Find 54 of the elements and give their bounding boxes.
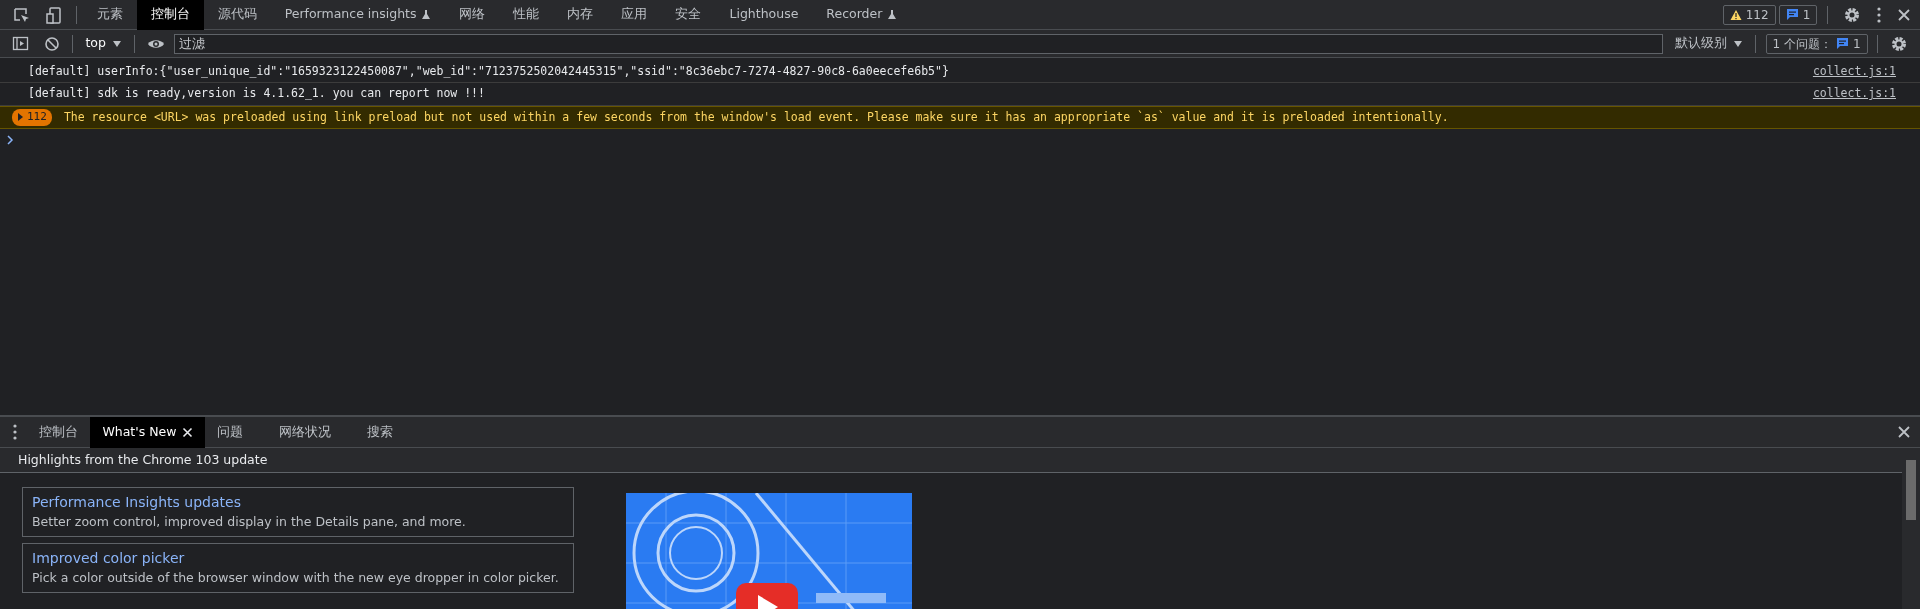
- close-icon: [1896, 7, 1911, 22]
- warning-icon: [1729, 8, 1742, 21]
- warning-message: The resource <URL> was preloaded using link preload but not used within a few seconds from the window's load event. Please make sure it has an appropriate `as` value and it is preloaded intentionally.: [63, 108, 1449, 126]
- caret-icon: [112, 38, 123, 49]
- close-icon: [1896, 425, 1911, 439]
- panel-tab[interactable]: 网络: [445, 0, 500, 30]
- panel-tab[interactable]: Performance insights: [270, 0, 446, 30]
- card-title[interactable]: Improved color picker: [32, 547, 564, 569]
- caret-icon: [1733, 38, 1744, 49]
- drawer-tab[interactable]: 搜索: [355, 416, 418, 448]
- panel-tab[interactable]: Lighthouse: [715, 0, 813, 30]
- close-icon[interactable]: [182, 426, 194, 438]
- filter-field[interactable]: 过滤: [174, 33, 1663, 54]
- card-title[interactable]: Performance Insights updates: [32, 492, 564, 514]
- feature-card[interactable]: Performance Insights updates Better zoom control, improved display in the Details pane, and more.: [22, 487, 574, 537]
- sidebar-icon: [12, 35, 30, 52]
- repeat-count-badge[interactable]: 112: [12, 109, 52, 126]
- scrollbar[interactable]: [1902, 448, 1920, 609]
- panel-tab[interactable]: 源代码: [203, 0, 271, 30]
- context-selector[interactable]: top: [79, 30, 129, 57]
- log-message: [default] sdk is ready,version is 4.1.62_1. you can report now !!!: [28, 85, 485, 103]
- source-link[interactable]: collect.js:1: [1812, 85, 1896, 103]
- expand-triangle-icon: [17, 112, 24, 123]
- panel-tab[interactable]: 性能: [499, 0, 554, 30]
- drawer-tab[interactable]: 网络状况: [267, 416, 356, 448]
- panel-tab[interactable]: 内存: [553, 0, 608, 30]
- panel-tab[interactable]: 元素: [82, 0, 137, 30]
- messages-counter[interactable]: 1: [1778, 4, 1818, 25]
- message-icon: [1785, 8, 1799, 21]
- log-levels-dropdown[interactable]: 默认级别: [1669, 30, 1750, 57]
- settings-icon: [1889, 34, 1908, 53]
- log-message: [default] userInfo:{"user_unique_id":"1659323122450087","web_id":"7123752502042445315","ssid":"8c36ebc7-7274-4827-90c8-6a0eecefe6b5"}: [28, 63, 949, 81]
- panel-header: Highlights from the Chrome 103 update: [18, 450, 268, 469]
- panel-tab[interactable]: 控制台: [136, 0, 204, 30]
- panel-tab[interactable]: 安全: [661, 0, 716, 30]
- kebab-icon: [1875, 5, 1882, 24]
- kebab-icon: [12, 423, 19, 441]
- feature-card[interactable]: Improved color picker Pick a color outside of the browser window with the new eye dropper in color picker.: [22, 542, 574, 593]
- device-icon: [45, 5, 64, 24]
- card-description: Better zoom control, improved display in the Details pane, and more.: [32, 513, 467, 532]
- drawer-tab[interactable]: What's New: [90, 416, 206, 448]
- clear-icon: [44, 35, 61, 52]
- source-link[interactable]: collect.js:1: [1812, 63, 1896, 81]
- message-icon: [1836, 37, 1849, 50]
- card-description: Pick a color outside of the browser window with the new eye dropper in color picker.: [32, 568, 560, 587]
- issues-counter[interactable]: 1 个问题： 1: [1765, 33, 1868, 54]
- warnings-counter[interactable]: 112: [1722, 4, 1776, 25]
- drawer-tab[interactable]: 控制台: [27, 416, 91, 448]
- panel-tab[interactable]: 应用: [607, 0, 662, 30]
- cursor-icon: [12, 5, 31, 24]
- settings-icon: [1842, 5, 1861, 24]
- prompt-chevron-icon: [6, 135, 15, 145]
- panel-tab[interactable]: Recorder: [812, 0, 912, 30]
- drawer-tab[interactable]: 问题: [205, 416, 268, 448]
